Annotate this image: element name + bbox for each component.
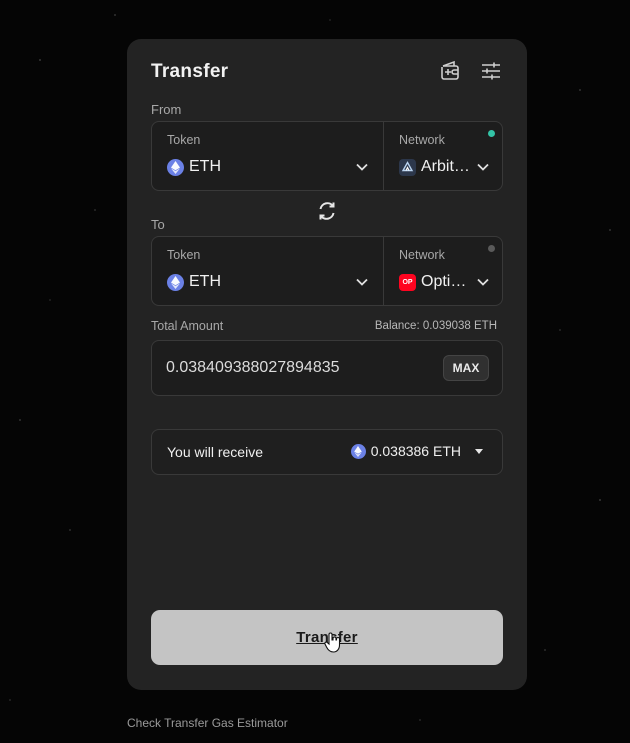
to-token-label: Token: [167, 248, 201, 262]
balance-text: Balance: 0.039038 ETH: [374, 320, 497, 332]
to-network-label: Network: [399, 248, 445, 262]
amount-header: Total Amount Balance: 0.039038 ETH: [151, 319, 501, 333]
card-title: Transfer: [151, 61, 229, 82]
transfer-button-label: Transfer: [296, 629, 358, 646]
amount-input[interactable]: [166, 357, 416, 379]
optimism-icon: OP: [399, 273, 416, 291]
max-button[interactable]: MAX: [443, 355, 489, 381]
gas-estimator-link[interactable]: Check Transfer Gas Estimator: [127, 716, 288, 730]
transfer-button[interactable]: Transfer: [151, 610, 503, 665]
to-label: To: [151, 217, 165, 232]
status-dot: [488, 130, 495, 137]
from-token-value: ETH: [189, 158, 221, 175]
from-network-label: Network: [399, 133, 445, 147]
chevron-down-icon: [477, 278, 489, 286]
to-token-value: ETH: [189, 273, 221, 290]
from-token-label: Token: [167, 133, 201, 147]
chevron-down-icon: [356, 163, 368, 171]
to-network-value: Opti…: [421, 273, 467, 290]
status-dot: [488, 245, 495, 252]
amount-field: MAX: [151, 340, 503, 396]
eth-icon: [167, 273, 184, 291]
sliders-icon[interactable]: [479, 59, 503, 83]
from-network-select[interactable]: Network Arbit…: [383, 122, 503, 190]
chevron-down-icon: [356, 278, 368, 286]
receive-label: You will receive: [167, 444, 263, 460]
caret-down-icon: [475, 449, 483, 454]
to-network-select[interactable]: Network OP Opti…: [383, 237, 503, 305]
to-token-select[interactable]: Token ETH: [152, 237, 382, 305]
from-token-select[interactable]: Token ETH: [152, 122, 382, 190]
wallet-add-icon[interactable]: [439, 59, 463, 83]
arbitrum-icon: [399, 158, 416, 176]
receive-amount: 0.038386 ETH: [370, 443, 461, 459]
swap-direction-icon[interactable]: [316, 200, 338, 222]
amount-label: Total Amount: [151, 319, 224, 333]
from-selector: Token ETH Network Arbit…: [151, 121, 503, 191]
eth-icon: [167, 158, 184, 176]
to-selector: Token ETH Network OP Opti…: [151, 236, 503, 306]
from-network-value: Arbit…: [421, 158, 470, 175]
from-label: From: [151, 102, 182, 117]
eth-icon: [350, 443, 366, 459]
transfer-card: Transfer From Token ETH Network Arbit… T…: [127, 39, 527, 690]
receive-summary[interactable]: You will receive 0.038386 ETH: [151, 429, 503, 475]
chevron-down-icon: [477, 163, 489, 171]
